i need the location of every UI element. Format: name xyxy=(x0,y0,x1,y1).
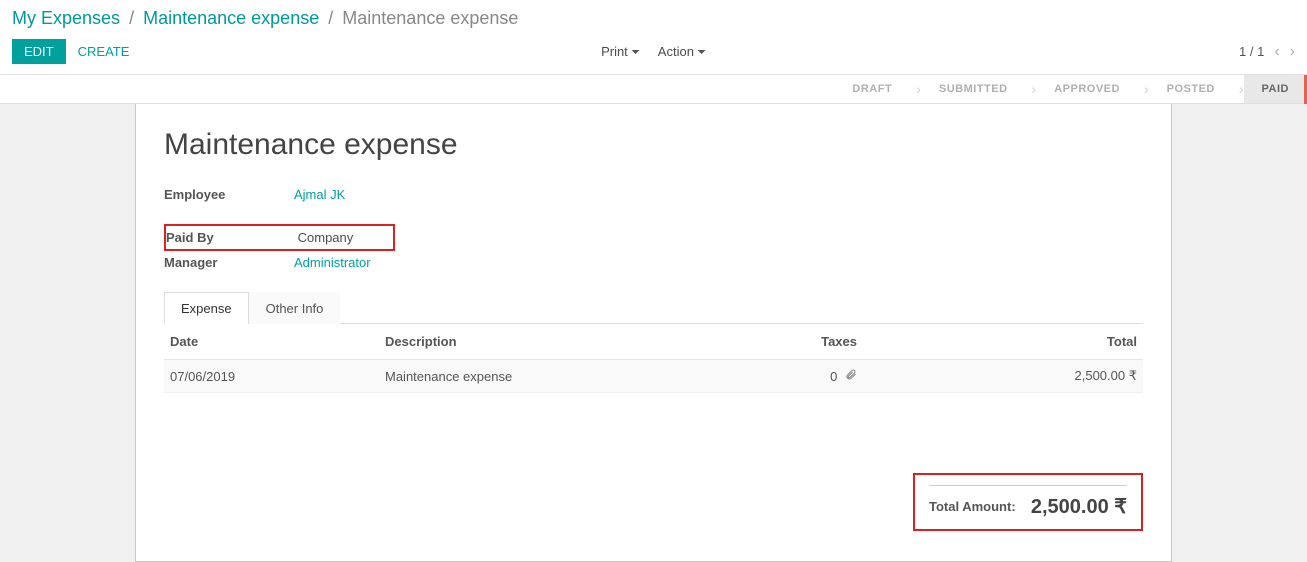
pager-next-icon[interactable]: › xyxy=(1290,43,1295,61)
paid-by-label: Paid By xyxy=(166,227,294,248)
cell-date: 07/06/2019 xyxy=(164,360,379,393)
attachment-icon[interactable] xyxy=(845,369,857,384)
breadcrumb-separator: / xyxy=(328,8,333,28)
table-header-row: Date Description Taxes Total xyxy=(164,324,1143,360)
table-row[interactable]: 07/06/2019 Maintenance expense 0 2,500.0… xyxy=(164,360,1143,393)
breadcrumb-current: Maintenance expense xyxy=(342,8,518,28)
employee-value[interactable]: Ajmal JK xyxy=(294,187,345,202)
col-taxes: Taxes xyxy=(663,324,863,360)
status-step-approved[interactable]: APPROVED xyxy=(1036,75,1138,103)
col-total: Total xyxy=(863,324,1143,360)
action-dropdown[interactable]: Action xyxy=(658,44,706,59)
print-dropdown[interactable]: Print xyxy=(601,44,640,59)
form-sheet: Maintenance expense Employee Ajmal JK Pa… xyxy=(135,104,1172,562)
toolbar: EDIT CREATE Print Action 1 / 1 ‹ › xyxy=(0,33,1307,74)
edit-button[interactable]: EDIT xyxy=(12,39,66,64)
paid-by-highlight: Paid By Company xyxy=(164,224,395,251)
pager-text: 1 / 1 xyxy=(1239,44,1264,59)
breadcrumb-root[interactable]: My Expenses xyxy=(12,8,120,28)
center-actions: Print Action xyxy=(601,44,706,59)
print-label: Print xyxy=(601,44,628,59)
status-step-posted[interactable]: POSTED xyxy=(1149,75,1233,103)
total-wrapper: Total Amount: 2,500.00 ₹ xyxy=(164,473,1143,531)
cell-description: Maintenance expense xyxy=(379,360,663,393)
tab-expense[interactable]: Expense xyxy=(164,292,249,324)
col-date: Date xyxy=(164,324,379,360)
attach-count: 0 xyxy=(830,369,837,384)
manager-value[interactable]: Administrator xyxy=(294,255,371,270)
cell-total: 2,500.00 ₹ xyxy=(863,360,1143,393)
fields-group2: Manager Administrator xyxy=(164,252,371,273)
status-step-submitted[interactable]: SUBMITTED xyxy=(921,75,1026,103)
record-title: Maintenance expense xyxy=(164,128,1143,162)
field-row-employee: Employee Ajmal JK xyxy=(164,184,345,205)
employee-label: Employee xyxy=(164,184,294,205)
cell-taxes: 0 xyxy=(663,360,863,393)
caret-down-icon xyxy=(698,50,706,54)
total-label: Total Amount: xyxy=(929,499,1016,514)
paid-by-value: Company xyxy=(298,230,354,245)
manager-label: Manager xyxy=(164,252,294,273)
form-sheet-wrapper: Maintenance expense Employee Ajmal JK Pa… xyxy=(0,104,1307,562)
expense-table: Date Description Taxes Total 07/06/2019 … xyxy=(164,324,1143,393)
pager-prev-icon[interactable]: ‹ xyxy=(1274,43,1279,61)
fields-group: Employee Ajmal JK xyxy=(164,184,345,205)
header-section: My Expenses / Maintenance expense / Main… xyxy=(0,0,1307,75)
field-row-manager: Manager Administrator xyxy=(164,252,371,273)
total-box: Total Amount: 2,500.00 ₹ xyxy=(913,473,1143,531)
pager: 1 / 1 ‹ › xyxy=(1239,43,1295,61)
caret-down-icon xyxy=(632,50,640,54)
tabs: Expense Other Info xyxy=(164,291,1143,324)
total-value: 2,500.00 ₹ xyxy=(1031,494,1127,519)
status-step-paid[interactable]: PAID xyxy=(1244,75,1307,103)
status-bar: DRAFT› SUBMITTED› APPROVED› POSTED› PAID xyxy=(0,75,1307,104)
action-label: Action xyxy=(658,44,694,59)
create-button[interactable]: CREATE xyxy=(78,44,130,59)
status-steps: DRAFT› SUBMITTED› APPROVED› POSTED› PAID xyxy=(834,75,1307,103)
tab-other-info[interactable]: Other Info xyxy=(249,292,341,324)
breadcrumb-parent[interactable]: Maintenance expense xyxy=(143,8,319,28)
col-description: Description xyxy=(379,324,663,360)
breadcrumb: My Expenses / Maintenance expense / Main… xyxy=(0,0,1307,33)
status-step-draft[interactable]: DRAFT xyxy=(834,75,910,103)
breadcrumb-separator: / xyxy=(129,8,134,28)
